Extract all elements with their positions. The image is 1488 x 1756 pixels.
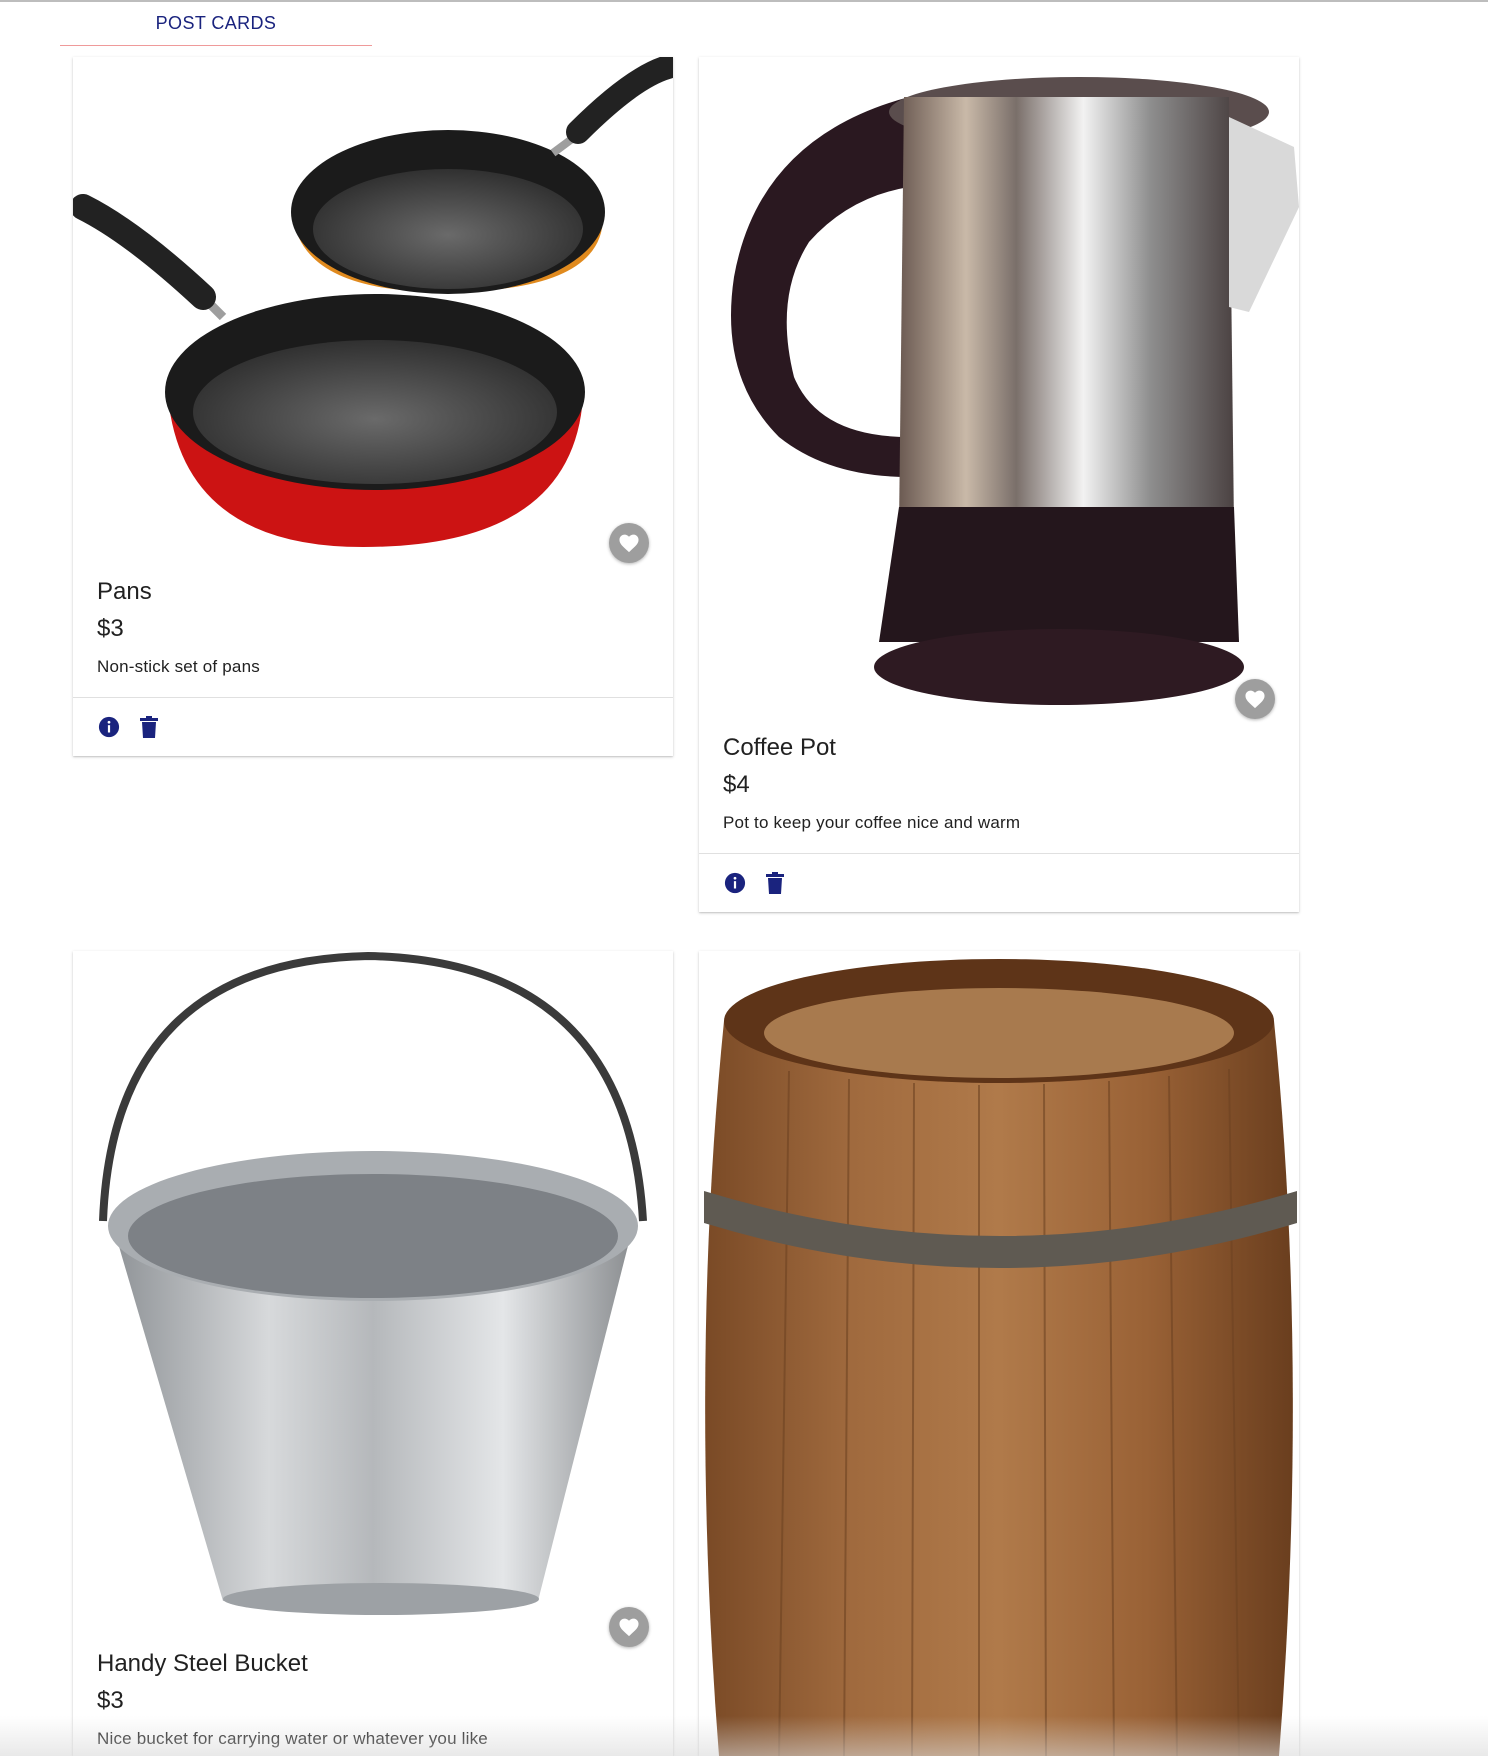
card-price: $4 [723, 771, 750, 798]
barrel-image [704, 959, 1297, 1756]
pans-image [73, 57, 673, 547]
trash-icon [140, 716, 158, 738]
product-card-pans: Pans $3 Non-stick set of pans [73, 57, 673, 756]
delete-button[interactable] [763, 871, 787, 895]
delete-button[interactable] [137, 715, 161, 739]
card-price: $3 [97, 615, 124, 642]
heart-icon [619, 534, 639, 553]
info-button[interactable] [97, 715, 121, 739]
card-media [699, 951, 1299, 1756]
heart-icon [1245, 690, 1265, 709]
bucket-image [99, 951, 647, 1615]
card-media [699, 57, 1299, 719]
card-description: Pot to keep your coffee nice and warm [723, 813, 1021, 832]
card-content: Pans $3 Non-stick set of pans [73, 575, 673, 685]
card-price: $3 [97, 1687, 124, 1714]
info-icon [98, 716, 120, 738]
card-content: Coffee Pot $4 Pot to keep your coffee ni… [699, 731, 1299, 841]
favorite-button[interactable] [609, 1607, 649, 1647]
favorite-button[interactable] [609, 523, 649, 563]
info-button[interactable] [723, 871, 747, 895]
card-actions [73, 697, 673, 756]
card-description: Nice bucket for carrying water or whatev… [97, 1729, 488, 1748]
card-media [73, 57, 673, 563]
product-card-steel-bucket: Handy Steel Bucket $3 Nice bucket for ca… [73, 951, 673, 1756]
tab-post-cards[interactable]: POST CARDS [60, 2, 372, 46]
product-card-coffee-pot: Coffee Pot $4 Pot to keep your coffee ni… [699, 57, 1299, 912]
card-content: Handy Steel Bucket $3 Nice bucket for ca… [73, 1647, 673, 1756]
favorite-button[interactable] [1235, 679, 1275, 719]
product-card-barrel [699, 951, 1299, 1756]
card-actions [699, 853, 1299, 912]
coffee-pot-image [731, 77, 1299, 705]
card-description: Non-stick set of pans [97, 657, 260, 676]
trash-icon [766, 872, 784, 894]
info-icon [724, 872, 746, 894]
card-title: Handy Steel Bucket [97, 1650, 308, 1677]
heart-icon [619, 1618, 639, 1637]
card-title: Coffee Pot [723, 734, 836, 761]
card-media [73, 951, 673, 1647]
card-title: Pans [97, 578, 152, 605]
